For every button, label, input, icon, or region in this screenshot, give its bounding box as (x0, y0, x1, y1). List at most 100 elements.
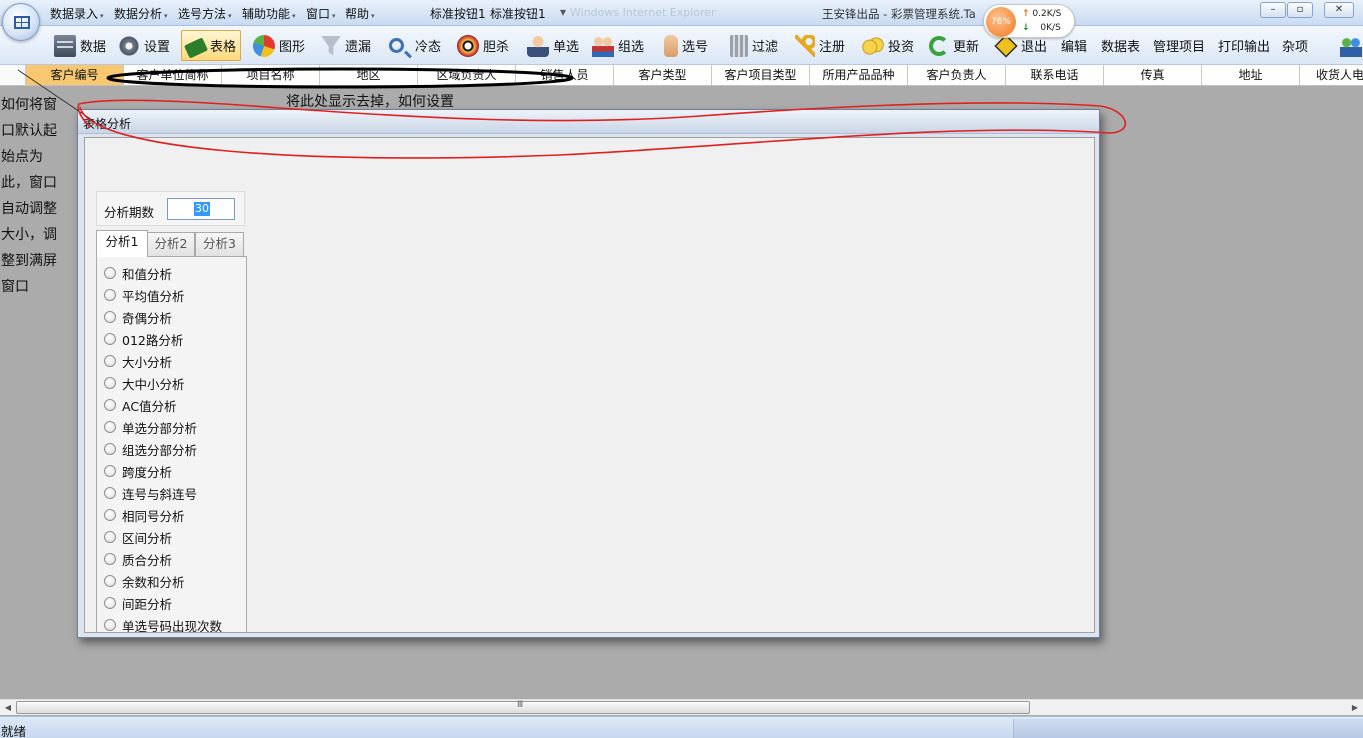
table-grid-icon (14, 16, 30, 29)
upload-speed-row: ↑ 0.2K/S (1022, 9, 1061, 19)
menu-data-analysis[interactable]: 数据分析 ▾ (114, 5, 168, 22)
scroll-left-icon[interactable]: ◀ (1, 702, 15, 714)
column-header[interactable]: 区域负责人 (418, 65, 516, 85)
column-header[interactable]: 客户编号 (26, 65, 124, 85)
chevron-down-icon: ▾ (371, 12, 375, 20)
toolbar-single-button[interactable]: 单选 (527, 30, 579, 61)
option-odd-even-analysis[interactable]: 奇偶分析 (104, 308, 172, 326)
option-big-mid-small-analysis[interactable]: 大中小分析 (104, 374, 185, 392)
toolbar-kill-button[interactable]: 胆杀 (457, 30, 509, 61)
tab-analysis-2[interactable]: 分析2 (147, 232, 195, 256)
note-line: 大小，调 (1, 227, 57, 243)
toolbar-misc-button[interactable]: 杂项 (1282, 30, 1308, 61)
radio-button-icon (104, 597, 116, 609)
toolbar-settings-button[interactable]: 设置 (118, 30, 170, 61)
option-interval-analysis[interactable]: 区间分析 (104, 528, 172, 546)
option-label: 单选分部分析 (122, 420, 198, 436)
minimize-button[interactable]: – (1260, 2, 1286, 18)
menu-help[interactable]: 帮助 ▾ (345, 5, 375, 22)
option-consecutive-numbers[interactable]: 连号与斜连号 (104, 484, 197, 502)
column-header[interactable]: 客户负责人 (908, 65, 1006, 85)
menu-data-entry[interactable]: 数据录入 ▾ (50, 5, 104, 22)
tab-analysis-3[interactable]: 分析3 (195, 232, 244, 256)
upload-speed: 0.2K/S (1032, 9, 1062, 19)
app-menu-orb[interactable] (2, 3, 40, 41)
option-ac-value-analysis[interactable]: AC值分析 (104, 396, 177, 414)
note-line: 窗口 (1, 279, 29, 295)
toolbar-update-button[interactable]: 更新 (929, 30, 979, 61)
scroll-right-icon[interactable]: ▶ (1348, 702, 1362, 714)
option-gap-analysis[interactable]: 间距分析 (104, 594, 172, 612)
column-header[interactable]: 项目名称 (222, 65, 320, 85)
radio-button-icon (104, 289, 116, 301)
option-same-number-analysis[interactable]: 相同号分析 (104, 506, 185, 524)
toolbar-chart-button[interactable]: 图形 (253, 30, 305, 61)
column-header[interactable]: 传真 (1104, 65, 1202, 85)
toolbar-datatable-button[interactable]: 数据表 (1101, 30, 1140, 61)
column-header[interactable]: 客户单位简称 (124, 65, 222, 85)
toolbar-group-button[interactable]: 组选 (592, 30, 644, 61)
option-single-distribution[interactable]: 单选分部分析 (104, 418, 197, 436)
horizontal-scrollbar[interactable]: ◀ Ⅲ ▶ (0, 699, 1363, 715)
option-big-small-analysis[interactable]: 大小分析 (104, 352, 172, 370)
toolbar-missing-button[interactable]: 遗漏 (321, 30, 371, 61)
child-window-titlebar[interactable]: 表格分析 (78, 110, 1099, 134)
column-header[interactable]: 销售人员 (516, 65, 614, 85)
toolbar-manage-button[interactable]: 管理项目 (1153, 30, 1205, 61)
restore-button[interactable]: ▫ (1287, 2, 1313, 18)
note-line: 口默认起 (1, 123, 57, 139)
radio-button-icon (104, 619, 116, 631)
column-header[interactable]: 所用产品品种 (810, 65, 908, 85)
grid-corner-cell[interactable] (0, 65, 26, 85)
radio-button-icon (104, 553, 116, 565)
chevron-down-icon: ▾ (292, 12, 296, 20)
option-prime-composite-analysis[interactable]: 质合分析 (104, 550, 172, 568)
option-group-distribution[interactable]: 组选分部分析 (104, 440, 197, 458)
option-012-route-analysis[interactable]: 012路分析 (104, 330, 183, 348)
toolbar-table-button[interactable]: 表格 (181, 30, 242, 61)
toolbar-cold-button[interactable]: 冷态 (389, 30, 441, 61)
toolbar-label: 过滤 (752, 40, 779, 55)
download-speed-row: ↓ 0K/S (1022, 23, 1061, 33)
close-button[interactable]: ✕ (1324, 2, 1354, 18)
quick-access-dropdown-icon[interactable]: ▾ (560, 5, 566, 19)
option-sum-analysis[interactable]: 和值分析 (104, 264, 172, 282)
toolbar-filter-button[interactable]: 过滤 (730, 30, 778, 61)
note-line: 自动调整 (1, 201, 57, 217)
option-remainder-sum-analysis[interactable]: 余数和分析 (104, 572, 185, 590)
period-count-input[interactable] (167, 198, 235, 220)
coins-icon (862, 34, 884, 57)
toolbar-invest-button[interactable]: 投资 (862, 30, 914, 61)
column-header[interactable]: 收货人电 (1300, 65, 1363, 85)
menu-window[interactable]: 窗口 ▾ (306, 5, 336, 22)
toolbar-pick-button[interactable]: 选号 (664, 30, 708, 61)
toolbar-label: 冷态 (415, 40, 442, 55)
menu-label: 辅助功能 (242, 7, 291, 21)
scrollbar-thumb[interactable]: Ⅲ (16, 700, 1030, 714)
column-header[interactable]: 客户项目类型 (712, 65, 810, 85)
menu-number-methods[interactable]: 选号方法 ▾ (178, 5, 232, 22)
radio-button-icon (104, 465, 116, 477)
column-header[interactable]: 客户类型 (614, 65, 712, 85)
toolbar-label: 组选 (618, 40, 645, 55)
radio-button-icon (104, 487, 116, 499)
menu-label: 选号方法 (178, 7, 227, 21)
toolbar-label: 退出 (1021, 40, 1048, 55)
quick-button-2[interactable]: 标准按钮1 (490, 5, 546, 22)
column-header[interactable]: 地址 (1202, 65, 1300, 85)
tab-analysis-1[interactable]: 分析1 (96, 230, 148, 257)
option-average-analysis[interactable]: 平均值分析 (104, 286, 185, 304)
child-window-client: 分析期数 30 分析1 分析2 分析3 和值分析 平均值分析 奇偶分析 012路… (84, 137, 1095, 633)
menu-assist[interactable]: 辅助功能 ▾ (242, 5, 296, 22)
toolbar-data-button[interactable]: 数据 (54, 30, 106, 61)
toolbar-register-button[interactable]: 注册 (795, 30, 845, 61)
grid-column-header: 客户编号 客户单位简称 项目名称 地区 区域负责人 销售人员 客户类型 客户项目… (0, 65, 1363, 86)
toolbar-print-button[interactable]: 打印输出 (1218, 30, 1270, 61)
column-header[interactable]: 地区 (320, 65, 418, 85)
quick-button-1[interactable]: 标准按钮1 (430, 5, 486, 22)
toolbar-label: 编辑 (1061, 40, 1088, 55)
option-span-analysis[interactable]: 跨度分析 (104, 462, 172, 480)
toolbar-more-button[interactable] (1340, 30, 1363, 61)
option-single-occurrence-count[interactable]: 单选号码出现次数 (104, 616, 222, 632)
column-header[interactable]: 联系电话 (1006, 65, 1104, 85)
